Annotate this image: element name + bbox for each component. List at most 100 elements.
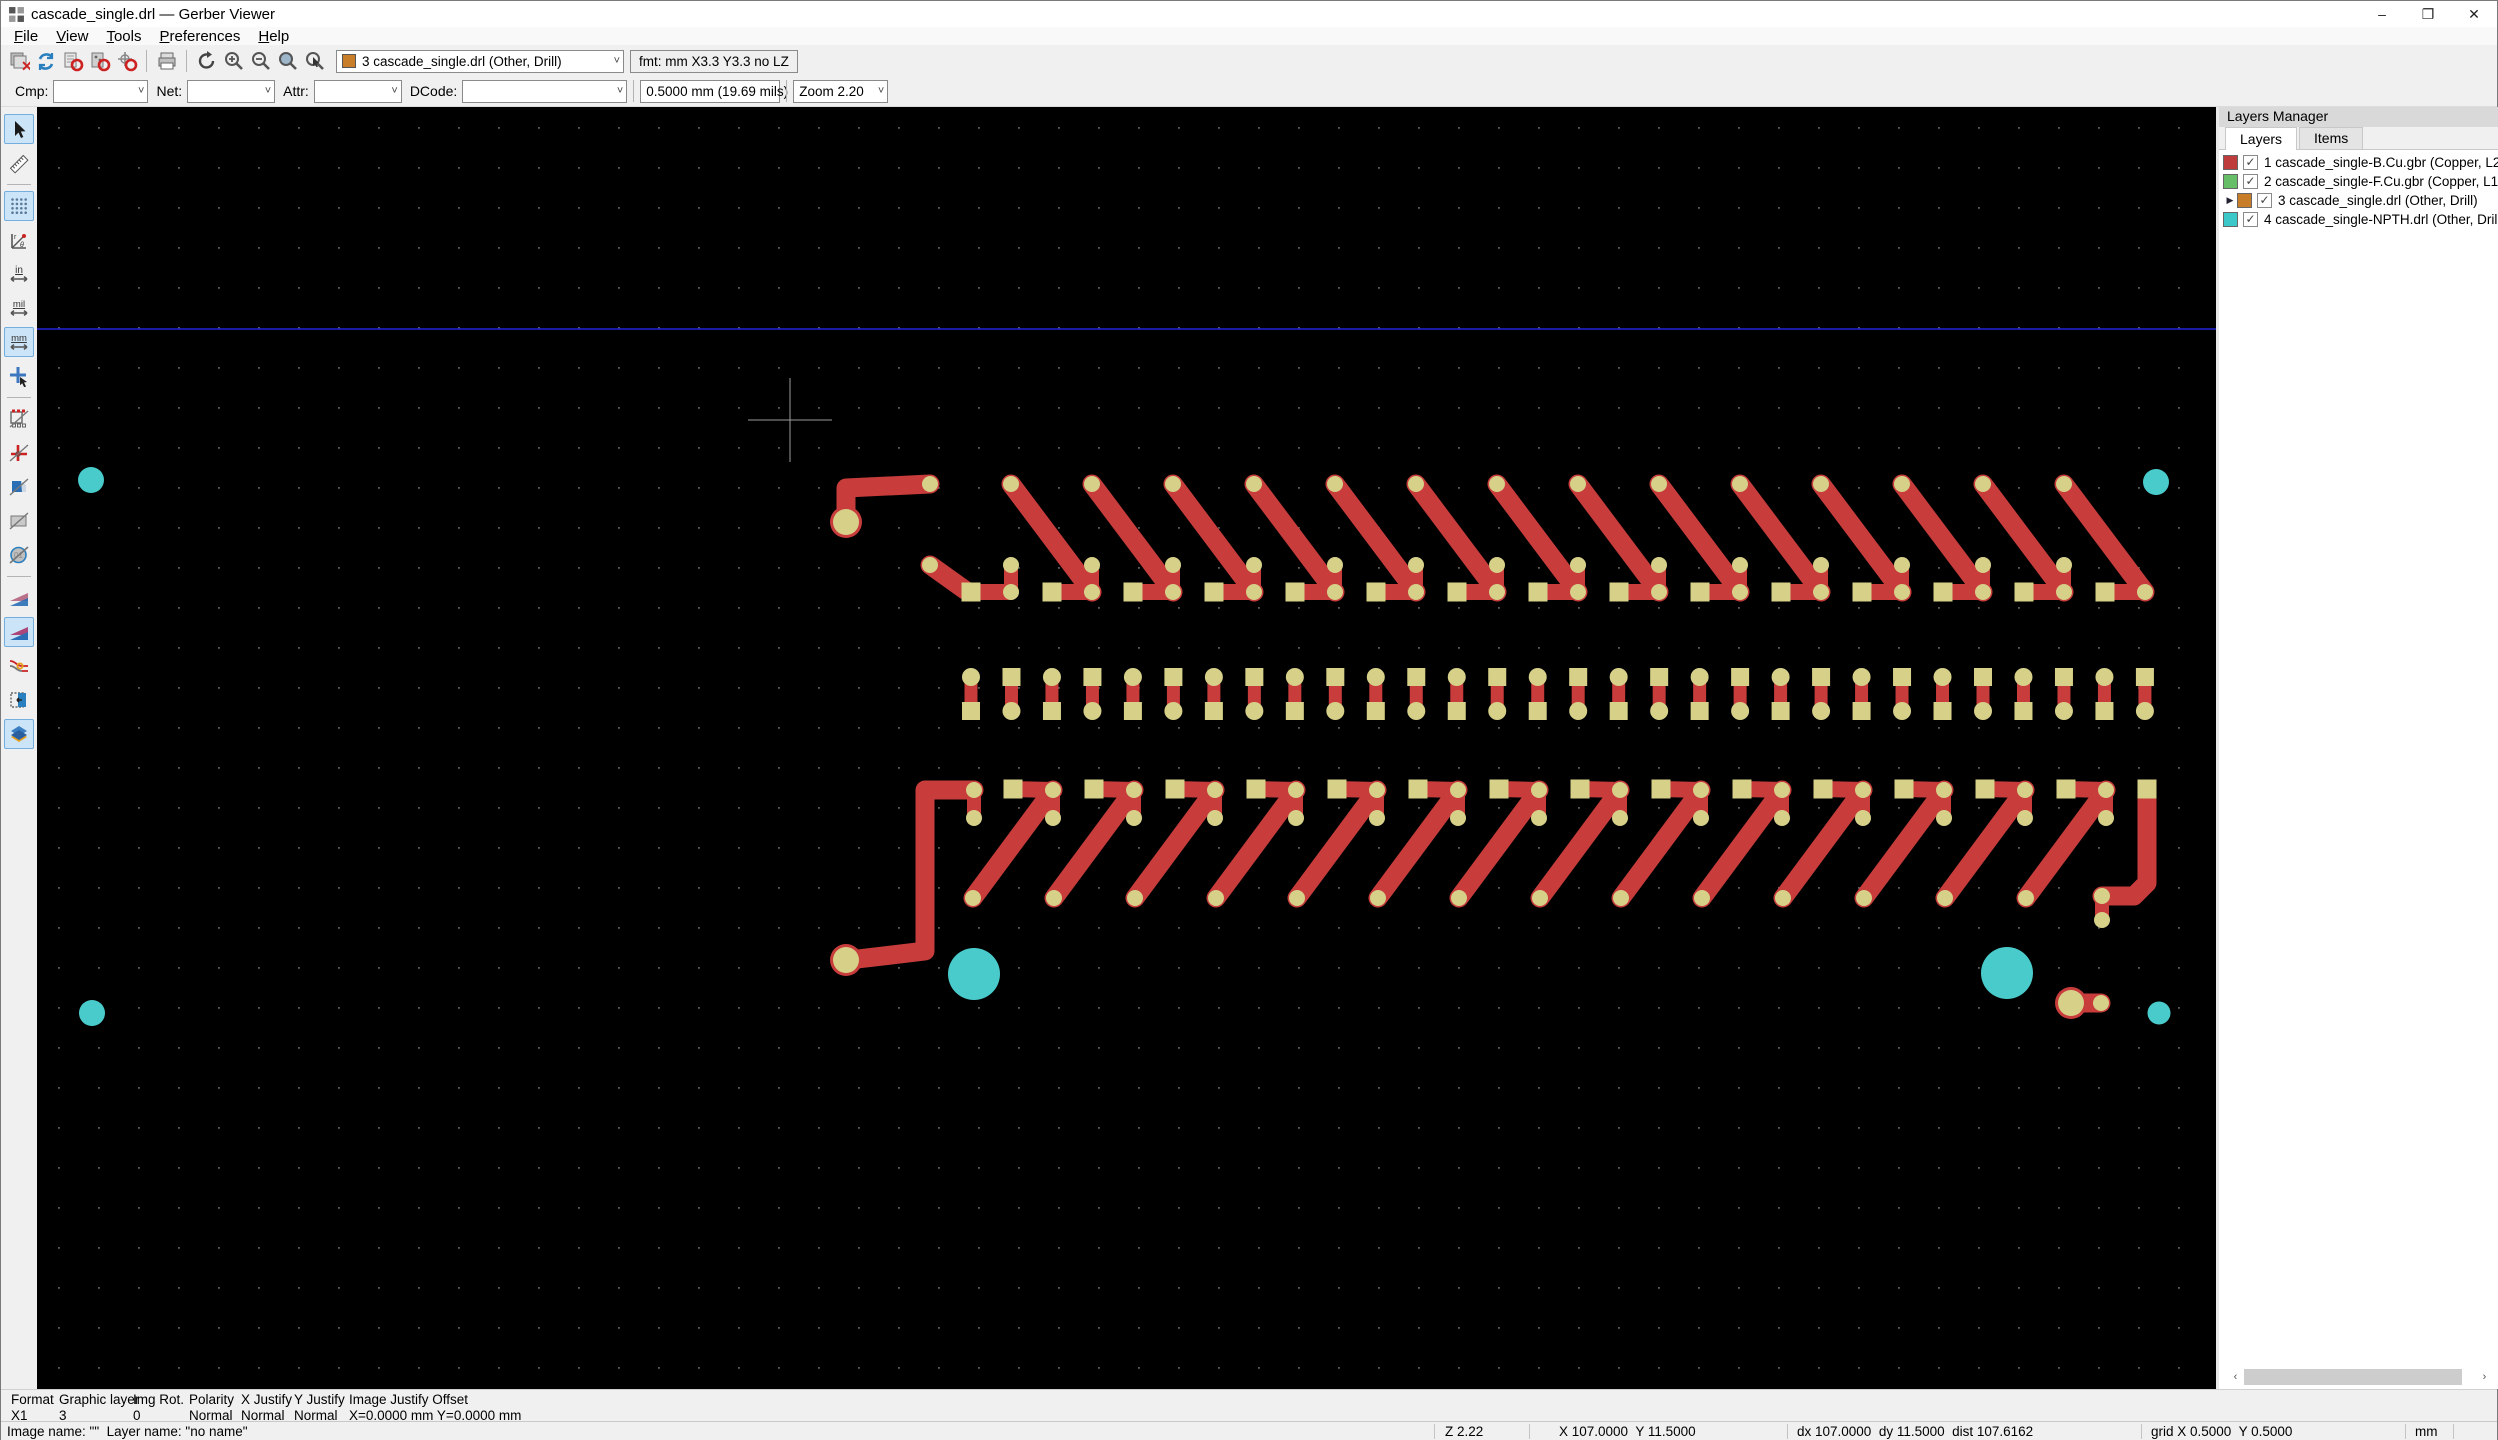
dcode-label: DCode: [410, 83, 457, 99]
flashed-items-sketch-mode-button[interactable] [4, 404, 34, 434]
lines-sketch-mode-button[interactable] [4, 438, 34, 468]
minimize-button[interactable]: – [2359, 1, 2405, 27]
refresh-view-button[interactable] [193, 48, 220, 74]
layer-name: 1 cascade_single-B.Cu.gbr (Copper, L2) [2264, 155, 2498, 170]
polygons-sketch-mode-button[interactable] [4, 472, 34, 502]
layer-name: 3 cascade_single.drl (Other, Drill) [2278, 193, 2478, 208]
filter-toolbar: Cmp:˅Net:˅Attr:˅DCode:˅0.5000 mm (19.69 … [1, 76, 2497, 107]
menu-tools[interactable]: Tools [97, 28, 150, 45]
scroll-right-icon[interactable]: › [2476, 1368, 2493, 1385]
open-drill-file-button[interactable] [86, 48, 113, 74]
menu-preferences[interactable]: Preferences [150, 28, 249, 45]
layer-info-statusbar: FormatX1Graphic layer3Img Rot.0PolarityN… [1, 1389, 2497, 1421]
svg-text:θ: θ [20, 242, 24, 249]
active-layer-select[interactable]: 3 cascade_single.drl (Other, Drill) ˅ [336, 50, 624, 73]
relative-delta-status: dx 107.0000 dy 11.5000 dist 107.6162 [1797, 1424, 2033, 1439]
layer-row[interactable]: ▶✓3 cascade_single.drl (Other, Drill) [2219, 191, 2498, 210]
layer-color-swatch[interactable] [2223, 174, 2238, 189]
reload-layers-button[interactable] [32, 48, 59, 74]
open-job-file-button[interactable] [113, 48, 140, 74]
grid-toggle-button[interactable] [4, 191, 34, 221]
svg-text:mm: mm [11, 333, 27, 344]
attr-select[interactable]: ˅ [314, 80, 402, 103]
layer-visibility-checkbox[interactable]: ✓ [2243, 174, 2258, 189]
zoom-out-button[interactable] [247, 48, 274, 74]
units-inches-button[interactable]: in [4, 259, 34, 289]
cursor-shape-toggle-button[interactable] [4, 361, 34, 391]
zoom-in-button[interactable] [220, 48, 247, 74]
units-mils-button[interactable]: mil [4, 293, 34, 323]
cmp-select[interactable]: ˅ [53, 80, 148, 103]
layer-list: ✓1 cascade_single-B.Cu.gbr (Copper, L2)✓… [2219, 150, 2498, 229]
dcode-display-toggle-button[interactable]: 01 [4, 540, 34, 570]
select-tool-button[interactable] [4, 114, 34, 144]
status-field-polarity: PolarityNormal [189, 1392, 234, 1423]
tab-layers[interactable]: Layers [2225, 127, 2297, 150]
measure-tool-button[interactable] [4, 148, 34, 178]
scroll-left-icon[interactable]: ‹ [2227, 1368, 2244, 1385]
layer-row[interactable]: ✓2 cascade_single-F.Cu.gbr (Copper, L1) [2219, 172, 2498, 191]
zoom-selection-button[interactable] [301, 48, 328, 74]
negative-objects-mode-button[interactable] [4, 506, 34, 536]
menu-view[interactable]: View [47, 28, 97, 45]
toolbar-separator [786, 80, 787, 102]
mil-icon: mil [8, 297, 30, 319]
layer-color-swatch[interactable] [2237, 193, 2252, 208]
layer-visibility-checkbox[interactable]: ✓ [2243, 212, 2258, 227]
cursor-position-status: X 107.0000 Y 11.5000 [1559, 1424, 1696, 1439]
zoom-select[interactable]: Zoom 2.20˅ [793, 80, 888, 103]
squiggle-icon [8, 655, 30, 677]
status-separator [2405, 1424, 2406, 1439]
maximize-button[interactable]: ❐ [2405, 1, 2451, 27]
open-drill-icon [89, 50, 111, 72]
layers-normal-mode-button[interactable] [4, 583, 34, 613]
status-field-image-justify-offset: Image Justify OffsetX=0.0000 mm Y=0.0000… [349, 1392, 521, 1423]
scrollbar-thumb[interactable] [2244, 1369, 2462, 1385]
source-panel-toggle-button[interactable] [4, 685, 34, 715]
aperture-size-select[interactable]: 0.5000 mm (19.69 mils)˅ [640, 80, 780, 103]
units-mm-button[interactable]: mm [4, 327, 34, 357]
open-gerber-file-button[interactable] [59, 48, 86, 74]
layer-visibility-checkbox[interactable]: ✓ [2257, 193, 2272, 208]
status-field-format: FormatX1 [11, 1392, 54, 1423]
layer-visibility-checkbox[interactable]: ✓ [2243, 155, 2258, 170]
print-button[interactable] [153, 48, 180, 74]
layers-manager-toggle-button[interactable] [4, 719, 34, 749]
zoom-fit-icon [277, 50, 299, 72]
pcb-canvas[interactable] [37, 107, 2216, 1389]
status-field-y-justify: Y JustifyNormal [294, 1392, 345, 1423]
layers-diff-mode-button[interactable] [4, 617, 34, 647]
chevron-down-icon: ˅ [257, 85, 271, 97]
layer-row[interactable]: ✓ 4 cascade_single-NPTH.drl (Other, Drill… [2219, 210, 2498, 229]
menu-file[interactable]: File [5, 28, 47, 45]
clear-layers-button[interactable]: ✕ [5, 48, 32, 74]
menu-bar: FileViewToolsPreferencesHelp [1, 27, 2497, 46]
status-separator [2453, 1424, 2454, 1439]
lines-icon [8, 442, 30, 464]
close-button[interactable]: ✕ [2451, 1, 2497, 27]
zoom-out-icon [250, 50, 272, 72]
format-info-box: fmt: mm X3.3 Y3.3 no LZ [630, 50, 798, 73]
tab-items[interactable]: Items [2299, 127, 2363, 149]
zoom-level-status: Z 2.22 [1445, 1424, 1483, 1439]
layer-row[interactable]: ✓ 1 cascade_single-B.Cu.gbr (Copper, L2) [2219, 153, 2498, 172]
zoom-fit-button[interactable] [274, 48, 301, 74]
gerber-drawing[interactable] [37, 107, 2216, 1389]
svg-text:✕: ✕ [21, 58, 30, 72]
layers-icon [8, 723, 30, 745]
status-separator [1434, 1424, 1435, 1439]
attr-label: Attr: [283, 83, 309, 99]
dcode-select[interactable]: ˅ [462, 80, 627, 103]
net-select[interactable]: ˅ [187, 80, 275, 103]
layer-color-swatch[interactable] [2223, 155, 2238, 170]
layers-manager-panel: Layers Manager LayersItems ✓1 cascade_si… [2216, 107, 2498, 1389]
left-tool-palette: rθ in mil mm 01 [1, 107, 37, 1389]
panel-horizontal-scrollbar[interactable]: ‹ › [2227, 1368, 2493, 1385]
polar-coordinates-toggle-button[interactable]: rθ [4, 225, 34, 255]
status-field-graphic-layer: Graphic layer3 [59, 1392, 139, 1423]
highlight-net-mode-button[interactable] [4, 651, 34, 681]
layer-name: 4 cascade_single-NPTH.drl (Other, Drill) [2264, 212, 2498, 227]
layer-color-swatch [342, 54, 356, 68]
layer-color-swatch[interactable] [2223, 212, 2238, 227]
menu-help[interactable]: Help [249, 28, 298, 45]
